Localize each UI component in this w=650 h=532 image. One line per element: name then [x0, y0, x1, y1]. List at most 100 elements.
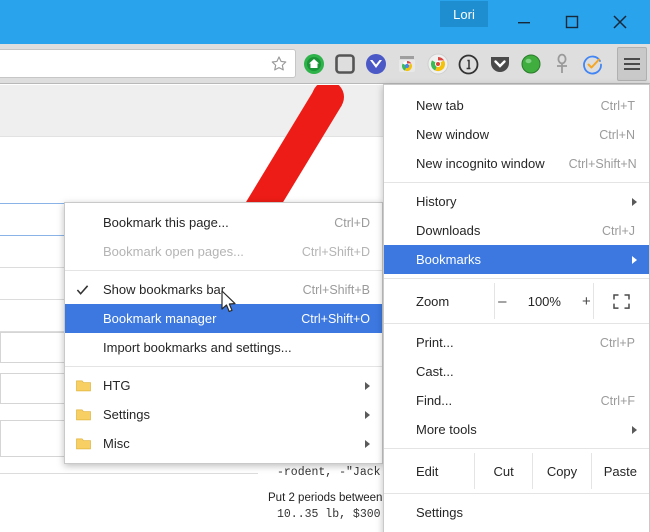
address-bar[interactable] — [0, 49, 296, 78]
menu-item-shortcut: Ctrl+D — [334, 216, 370, 230]
copy-button[interactable]: Copy — [532, 453, 590, 489]
home-extension-icon[interactable] — [298, 48, 329, 80]
chrome-circle-extension-icon[interactable] — [422, 48, 453, 80]
menu-item-help[interactable]: Help — [384, 527, 649, 532]
mouse-cursor — [221, 290, 239, 315]
chevron-right-icon — [632, 198, 637, 206]
zoom-label: Zoom — [384, 294, 494, 309]
fullscreen-button[interactable] — [594, 294, 649, 309]
menu-item-bookmarks[interactable]: Bookmarks — [384, 245, 649, 274]
menu-separator — [384, 493, 649, 494]
close-button[interactable] — [596, 0, 644, 44]
ankh-extension-icon[interactable] — [546, 48, 577, 80]
profile-name: Lori — [453, 7, 475, 22]
menu-separator — [65, 270, 382, 271]
minimize-icon — [517, 15, 531, 29]
browser-window: Lori — [0, 0, 650, 532]
menu-item-label: Print... — [416, 335, 576, 350]
menu-item-label: Bookmark open pages... — [103, 244, 278, 259]
menu-item-bookmark-open-pages: Bookmark open pages... Ctrl+Shift+D — [65, 237, 382, 266]
menu-item-label: Bookmark manager — [103, 311, 277, 326]
menu-separator — [384, 448, 649, 449]
menu-item-label: Show bookmarks bar — [103, 282, 279, 297]
maximize-icon — [565, 15, 579, 29]
menu-item-label: Import bookmarks and settings... — [103, 340, 346, 355]
menu-item-shortcut: Ctrl+Shift+O — [301, 312, 370, 326]
menu-item-label: More tools — [416, 422, 635, 437]
edit-row: Edit Cut Copy Paste — [384, 453, 649, 489]
paste-button[interactable]: Paste — [591, 453, 649, 489]
zoom-row: Zoom – 100% + — [384, 283, 649, 319]
menu-item-history[interactable]: History — [384, 187, 649, 216]
minimize-button[interactable] — [500, 0, 548, 44]
info-circle-extension-icon[interactable] — [453, 48, 484, 80]
check-icon — [76, 283, 89, 296]
menu-item-label: HTG — [103, 378, 370, 393]
menu-item-folder-htg[interactable]: HTG — [65, 371, 382, 400]
chevron-right-icon — [365, 440, 370, 448]
menu-item-downloads[interactable]: Downloads Ctrl+J — [384, 216, 649, 245]
fullscreen-icon — [613, 294, 630, 309]
menu-separator — [384, 323, 649, 324]
menu-item-label: Cast... — [416, 364, 635, 379]
cut-button[interactable]: Cut — [474, 453, 532, 489]
menu-item-label: New incognito window — [416, 156, 545, 171]
menu-item-new-incognito-window[interactable]: New incognito window Ctrl+Shift+N — [384, 149, 649, 178]
menu-item-import-bookmarks-and-settings[interactable]: Import bookmarks and settings... — [65, 333, 382, 362]
menu-item-label: Misc — [103, 436, 370, 451]
square-extension-icon[interactable] — [329, 48, 360, 80]
bookmarks-submenu: Bookmark this page... Ctrl+D Bookmark op… — [64, 202, 383, 464]
close-icon — [612, 14, 628, 30]
zoom-level-value: 100% — [525, 294, 563, 309]
menu-item-shortcut: Ctrl+F — [601, 394, 635, 408]
shield-chevron-extension-icon[interactable] — [484, 48, 515, 80]
browser-toolbar — [0, 44, 650, 84]
title-bar: Lori — [0, 0, 650, 44]
chrome-menu-button[interactable] — [617, 47, 647, 81]
folder-icon — [76, 437, 91, 450]
zoom-controls: – 100% + — [494, 283, 594, 319]
menu-item-settings[interactable]: Settings — [384, 498, 649, 527]
chevron-right-icon — [632, 426, 637, 434]
menu-item-shortcut: Ctrl+P — [600, 336, 635, 350]
menu-item-shortcut: Ctrl+Shift+D — [302, 245, 370, 259]
menu-item-label: Settings — [416, 505, 635, 520]
menu-item-label: Settings — [103, 407, 370, 422]
menu-item-bookmark-this-page[interactable]: Bookmark this page... Ctrl+D — [65, 208, 382, 237]
menu-item-new-window[interactable]: New window Ctrl+N — [384, 120, 649, 149]
blue-check-extension-icon[interactable] — [577, 48, 608, 80]
menu-item-shortcut: Ctrl+Shift+N — [569, 157, 637, 171]
zoom-out-button[interactable]: – — [495, 293, 509, 310]
menu-item-label: New window — [416, 127, 575, 142]
hamburger-icon — [624, 55, 640, 73]
menu-separator — [65, 366, 382, 367]
page-tip-code: -rodent, -"Jack R — [277, 466, 394, 479]
menu-item-find[interactable]: Find... Ctrl+F — [384, 386, 649, 415]
menu-item-shortcut: Ctrl+Shift+B — [303, 283, 370, 297]
chevron-right-icon — [365, 382, 370, 390]
menu-item-folder-misc[interactable]: Misc — [65, 429, 382, 458]
menu-item-label: Bookmark this page... — [103, 215, 310, 230]
menu-item-print[interactable]: Print... Ctrl+P — [384, 328, 649, 357]
profile-button[interactable]: Lori — [440, 1, 488, 27]
menu-item-more-tools[interactable]: More tools — [384, 415, 649, 444]
menu-separator — [384, 182, 649, 183]
maximize-button[interactable] — [548, 0, 596, 44]
menu-item-shortcut: Ctrl+J — [602, 224, 635, 238]
menu-separator — [384, 278, 649, 279]
menu-item-new-tab[interactable]: New tab Ctrl+T — [384, 91, 649, 120]
menu-item-cast[interactable]: Cast... — [384, 357, 649, 386]
menu-item-label: Bookmarks — [416, 252, 635, 267]
chevron-right-icon — [632, 256, 637, 264]
menu-item-folder-settings[interactable]: Settings — [65, 400, 382, 429]
blue-bird-extension-icon[interactable] — [360, 48, 391, 80]
zoom-in-button[interactable]: + — [579, 293, 593, 310]
folder-icon — [76, 408, 91, 421]
menu-item-label: Find... — [416, 393, 577, 408]
chrome-main-menu: New tab Ctrl+T New window Ctrl+N New inc… — [383, 84, 650, 532]
menu-item-label: History — [416, 194, 635, 209]
green-sphere-extension-icon[interactable] — [515, 48, 546, 80]
bookmark-star-icon[interactable] — [269, 54, 289, 74]
edit-label: Edit — [384, 453, 474, 489]
chrome-store-extension-icon[interactable] — [391, 48, 422, 80]
